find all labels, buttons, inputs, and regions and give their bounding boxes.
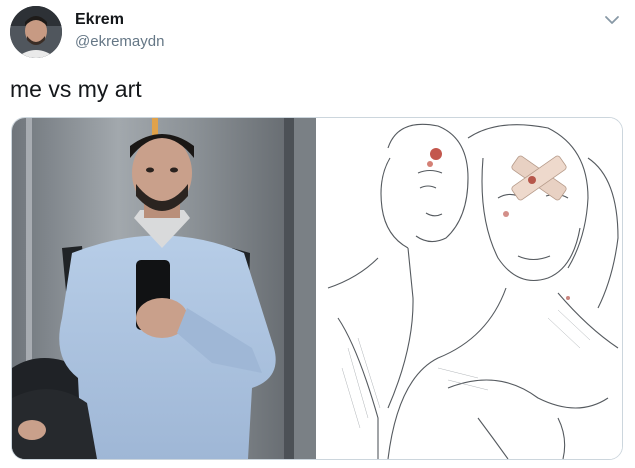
display-name[interactable]: Ekrem (75, 11, 124, 29)
chevron-down-icon[interactable] (602, 12, 622, 28)
avatar[interactable] (10, 6, 62, 58)
media-grid (11, 117, 623, 460)
selfie-photo[interactable] (12, 118, 316, 459)
tweet-text: me vs my art (10, 76, 142, 102)
user-handle[interactable]: @ekremaydn (75, 33, 164, 50)
tweet-header: Ekrem @ekremaydn (0, 0, 635, 62)
art-illustration[interactable] (318, 118, 622, 459)
